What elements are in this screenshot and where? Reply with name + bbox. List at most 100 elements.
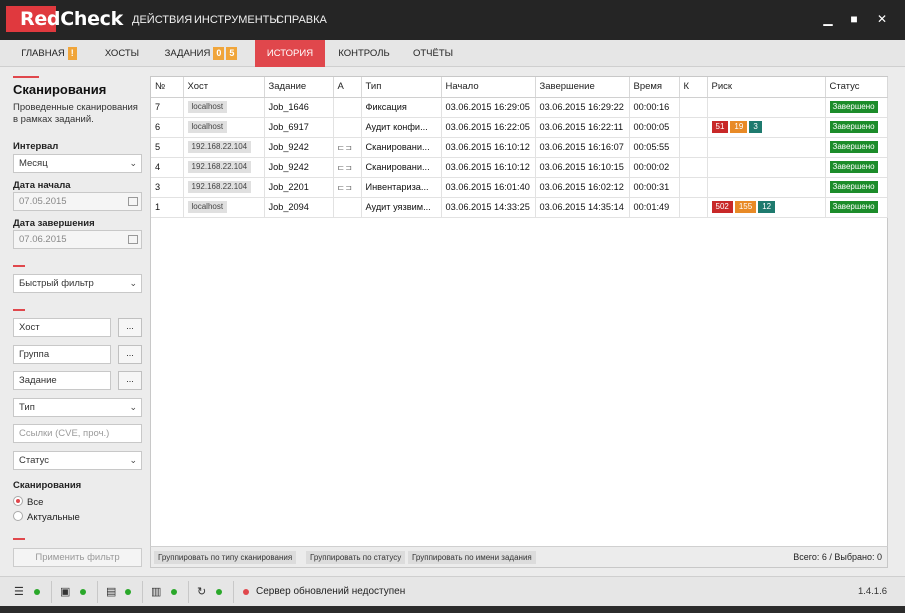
type-select[interactable]: Тип ⌄ (13, 398, 142, 417)
table-row[interactable]: 1 localhost Job_2094 Аудит уязвим... 03.06.2… (151, 197, 888, 218)
tab-hosts[interactable]: ХОСТЫ (96, 40, 148, 67)
status-select[interactable]: Статус ⌄ (13, 451, 142, 470)
status-ok-dot (171, 589, 177, 595)
links-input[interactable]: Ссылки (CVE, проч.) (13, 424, 142, 443)
type-select-value: Тип (19, 402, 35, 413)
cell-status: Завершено (825, 177, 888, 198)
maximize-icon[interactable]: ■ (846, 11, 862, 27)
table-row[interactable]: 4 192.168.22.104 Job_9242 ⊏⊐ Сканировани... 0… (151, 157, 888, 178)
host-input[interactable]: Хост (13, 318, 111, 337)
column-header[interactable]: Завершение (535, 77, 630, 98)
task-browse-button[interactable]: ... (118, 371, 142, 390)
radio-all[interactable]: Все (13, 496, 43, 508)
apply-filter-button[interactable]: Применить фильтр (13, 548, 142, 567)
cell-task: Job_9242 (264, 157, 334, 178)
table-row[interactable]: 5 192.168.22.104 Job_9242 ⊏⊐ Сканировани... 0… (151, 137, 888, 158)
chevron-down-icon: ⌄ (129, 402, 137, 412)
divider (51, 581, 52, 603)
column-header[interactable]: Время (629, 77, 680, 98)
cell-end: 03.06.2015 16:22:11 (535, 117, 630, 138)
close-icon[interactable]: ✕ (874, 11, 890, 27)
column-header[interactable]: Начало (441, 77, 536, 98)
task-input[interactable]: Задание (13, 371, 111, 390)
column-header[interactable]: Хост (183, 77, 265, 98)
status-ok-dot (216, 589, 222, 595)
risk-badge: 51 (711, 121, 729, 133)
history-table: № Хост Задание А Тип Начало Завершение Время К Ри… (151, 77, 888, 218)
cell-status: Завершено (825, 97, 888, 118)
column-header[interactable]: Тип (361, 77, 442, 98)
menu-help[interactable]: СПРАВКА (276, 14, 327, 26)
list-icon[interactable]: ☰ (14, 585, 24, 598)
interval-select[interactable]: Месяц ⌄ (13, 154, 142, 173)
host-tag: localhost (187, 121, 228, 133)
radio-all-label: Все (27, 497, 44, 508)
app-window: RedCheck ДЕЙСТВИЯ ИНСТРУМЕНТЫ СПРАВКА ▁ … (0, 0, 905, 613)
cell-status: Завершено (825, 137, 888, 158)
quick-filter-select[interactable]: Быстрый фильтр ⌄ (13, 274, 142, 293)
divider (233, 581, 234, 603)
menu-tools[interactable]: ИНСТРУМЕНТЫ (194, 14, 279, 26)
date-end-field[interactable]: 07.06.2015 (13, 230, 142, 249)
document-icon[interactable]: ▥ (151, 585, 161, 598)
cell-agent (333, 97, 362, 118)
section-divider (13, 76, 39, 78)
host-tag: localhost (187, 101, 228, 113)
logo-text-rest: Check (60, 8, 123, 30)
host-browse-button[interactable]: ... (118, 318, 142, 337)
group-input[interactable]: Группа (13, 345, 111, 364)
cell-k (679, 197, 708, 218)
logo-text-red: Red (20, 8, 61, 30)
status-badge: Завершено (829, 101, 878, 113)
total-count: Всего: 6 / Выбрано: 0 (793, 552, 882, 562)
cell-k (679, 137, 708, 158)
cell-risk: 51 19 3 (707, 117, 826, 138)
cell-start: 03.06.2015 16:10:12 (441, 157, 536, 178)
cell-status: Завершено (825, 117, 888, 138)
column-header[interactable]: Риск (707, 77, 826, 98)
minimize-icon[interactable]: ▁ (820, 11, 836, 27)
radio-unchecked-icon (13, 511, 23, 521)
group-by-status-button[interactable]: Группировать по статусу (306, 551, 406, 564)
table-row[interactable]: 6 localhost Job_6917 Аудит конфи... 03.06.20… (151, 117, 888, 138)
table-row[interactable]: 3 192.168.22.104 Job_2201 ⊏⊐ Инвентаризa... 0… (151, 177, 888, 198)
divider (188, 581, 189, 603)
sidebar-description: Проведенные сканирования в рамках задани… (13, 102, 138, 125)
risk-badge: 19 (730, 121, 748, 133)
column-header[interactable]: № (151, 77, 184, 98)
agent-icon: ⊏⊐ (337, 143, 353, 152)
date-start-field[interactable]: 07.05.2015 (13, 192, 142, 211)
radio-actual[interactable]: Актуальные (13, 511, 80, 523)
group-browse-button[interactable]: ... (118, 345, 142, 364)
status-badge: Завершено (829, 141, 878, 153)
tab-tasks[interactable]: ЗАДАНИЯ 0 5 (158, 40, 244, 67)
agent-icon[interactable]: ▤ (106, 585, 116, 598)
menu-actions[interactable]: ДЕЙСТВИЯ (132, 14, 192, 26)
chevron-down-icon: ⌄ (129, 455, 137, 465)
column-header[interactable]: А (333, 77, 362, 98)
group-by-type-button[interactable]: Группировать по типу сканирования (154, 551, 297, 564)
tab-main[interactable]: ГЛАВНАЯ! (13, 40, 85, 67)
column-header[interactable]: Задание (264, 77, 334, 98)
table-row[interactable]: 7 localhost Job_1646 Фиксация 03.06.2015 16:… (151, 97, 888, 118)
cell-risk: 502 155 12 (707, 197, 826, 218)
tab-reports[interactable]: ОТЧЁТЫ (404, 40, 462, 67)
host-tag: 192.168.22.104 (187, 181, 252, 193)
column-header[interactable]: К (679, 77, 708, 98)
tab-control[interactable]: КОНТРОЛЬ (333, 40, 395, 67)
interval-value: Месяц (19, 158, 48, 169)
cell-risk (707, 177, 826, 198)
chevron-down-icon: ⌄ (129, 158, 137, 168)
save-icon[interactable]: ▣ (60, 585, 70, 598)
tab-main-label: ГЛАВНАЯ (21, 48, 65, 59)
cell-status: Завершено (825, 197, 888, 218)
column-header[interactable]: Статус (825, 77, 888, 98)
calendar-icon[interactable] (128, 197, 138, 206)
calendar-icon[interactable] (128, 235, 138, 244)
tab-history[interactable]: ИСТОРИЯ (255, 40, 325, 67)
radio-actual-label: Актуальные (27, 512, 80, 523)
group-by-name-button[interactable]: Группировать по имени задания (408, 551, 536, 564)
sync-icon[interactable]: ↻ (197, 585, 206, 598)
cell-time: 00:00:16 (629, 97, 680, 118)
version-label: 1.4.1.6 (857, 586, 887, 597)
